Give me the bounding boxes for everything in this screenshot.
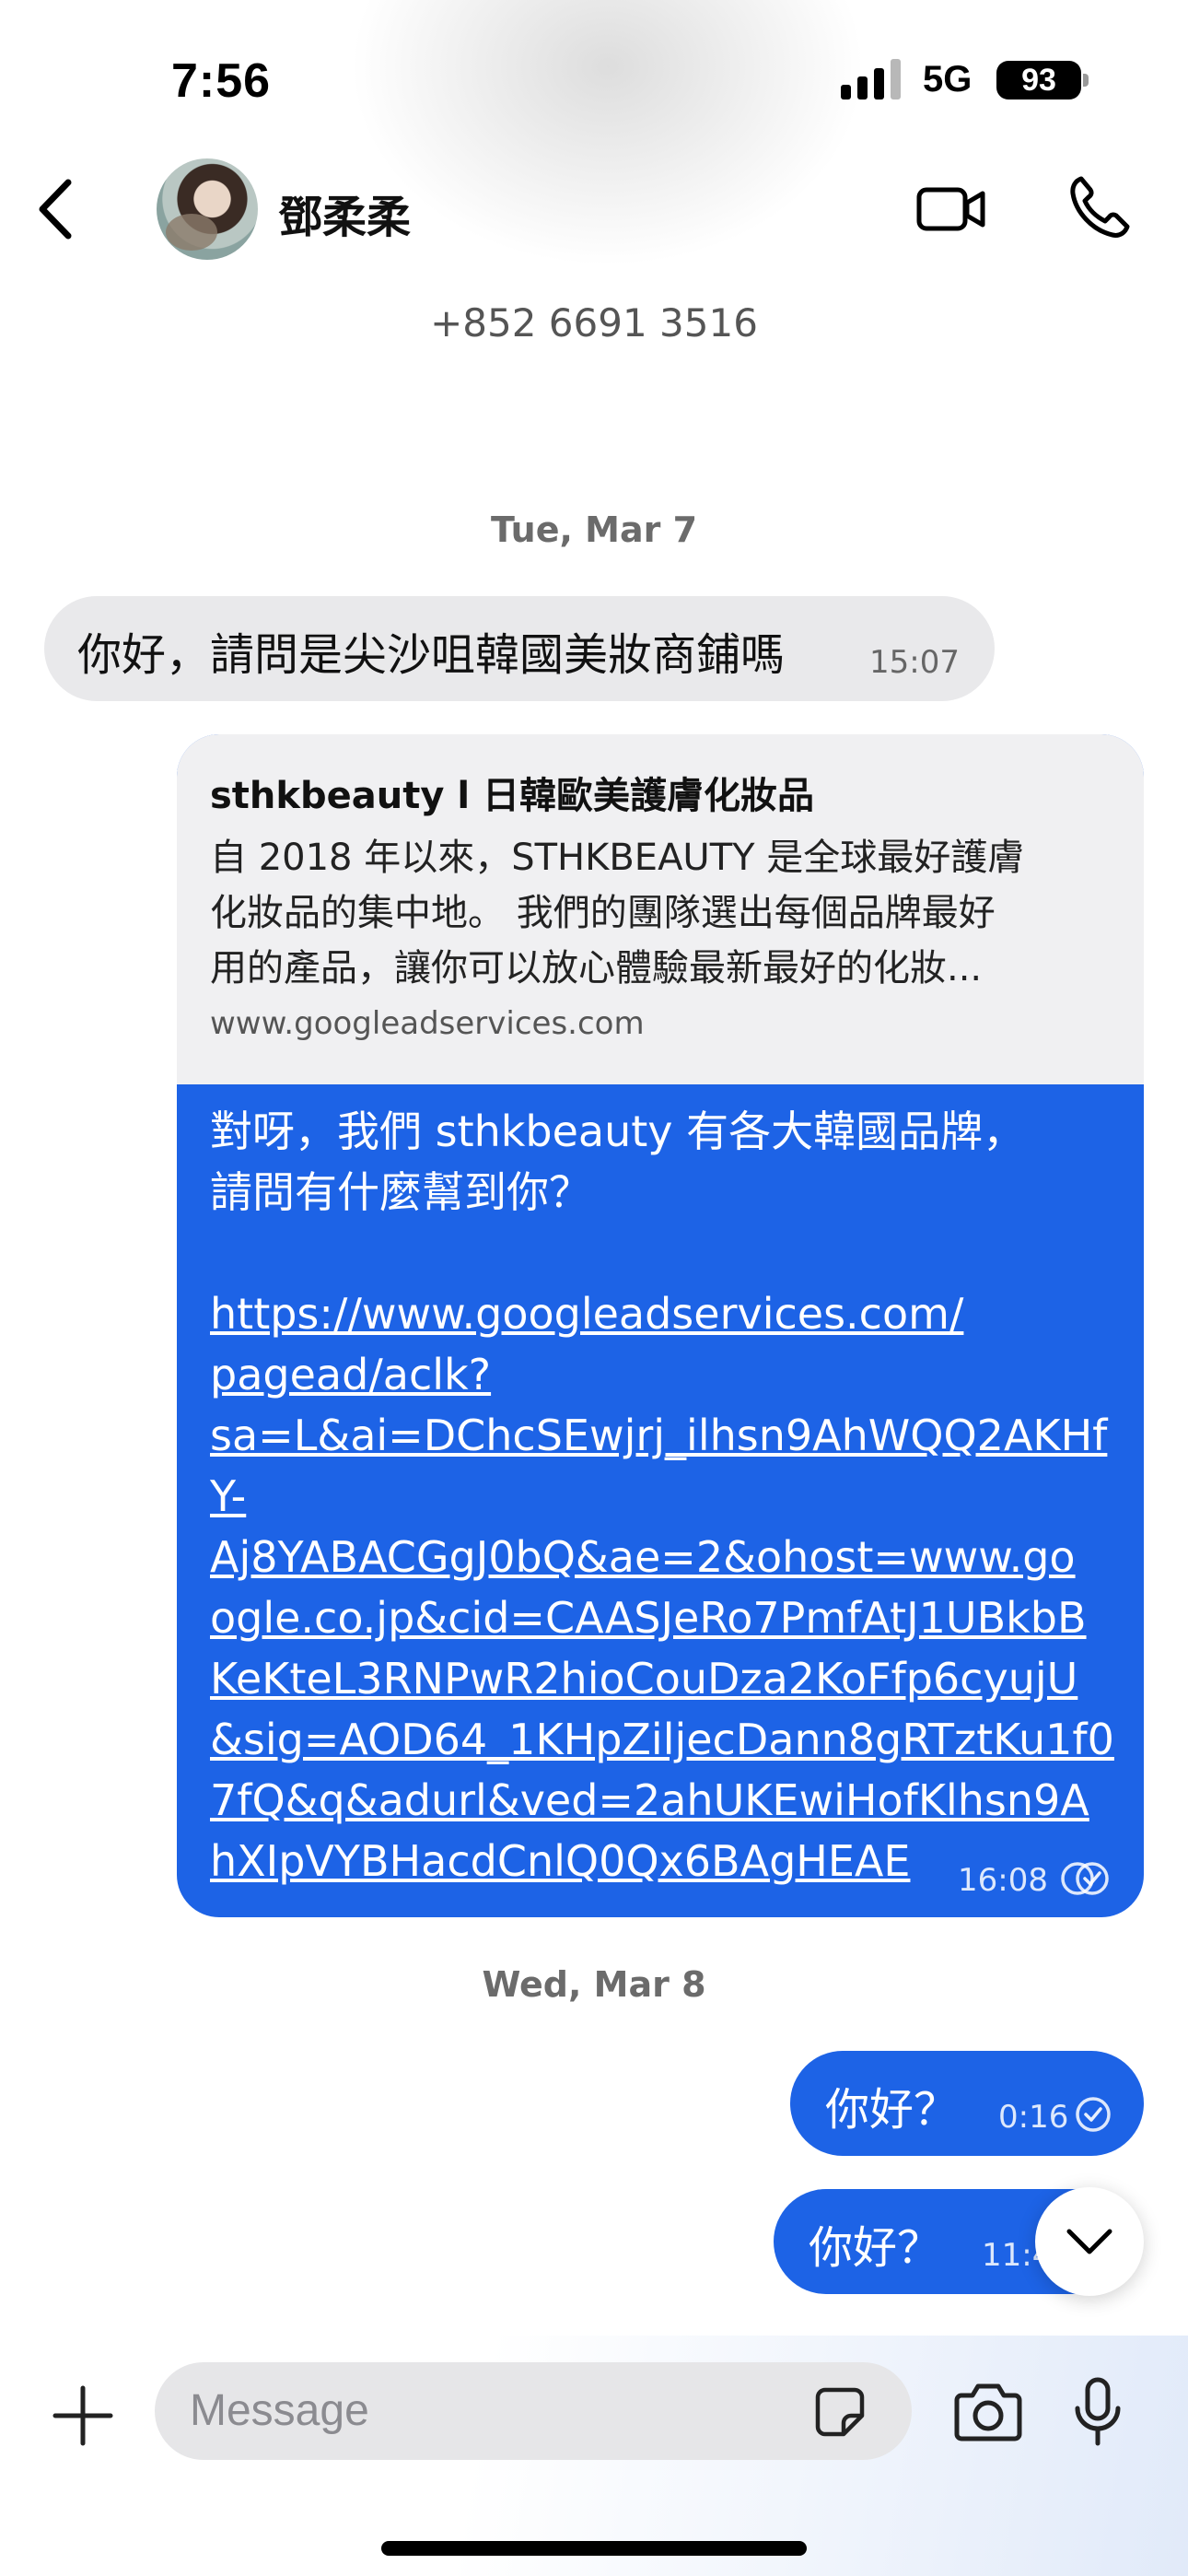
sent-check-icon — [1076, 2097, 1111, 2132]
hyperlink-line[interactable]: sa=L&ai=DChcSEwjrj_ilhsn9AhWQQ2AKHf — [210, 1405, 1122, 1466]
add-attachment-button[interactable] — [50, 2383, 116, 2449]
outgoing-link-message-bubble[interactable]: sthkbeauty l 日韓歐美護膚化妝品 自 2018 年以來，STHKBE… — [177, 734, 1144, 1917]
contact-avatar[interactable] — [157, 158, 258, 260]
home-indicator — [381, 2541, 807, 2556]
hyperlink-line[interactable]: Y- — [210, 1466, 1122, 1527]
link-preview-desc-line: 用的產品，讓你可以放心體驗最新最好的化妝... — [210, 947, 983, 989]
back-button[interactable] — [28, 175, 83, 243]
chevron-left-icon — [39, 179, 72, 240]
link-preview-desc-line: 化妝品的集中地。 我們的團隊選出每個品牌最好 — [210, 892, 996, 934]
sticker-button[interactable] — [812, 2384, 868, 2440]
message-text: 對呀，我們 sthkbeauty 有各大韓國品牌， 請問有什麼幫到你？ — [210, 1101, 1122, 1223]
hyperlink-line[interactable]: ogle.co.jp&cid=CAASJeRo7PmfAtJ1UBkbB — [210, 1587, 1122, 1648]
battery-icon: 93 — [996, 61, 1081, 100]
hyperlink-line[interactable]: &sig=AOD64_1KHpZiljecDann8gRTztKu1f0 — [210, 1709, 1122, 1770]
link-preview-title: sthkbeauty l 日韓歐美護膚化妝品 — [210, 775, 814, 817]
camera-button[interactable] — [954, 2381, 1022, 2441]
message-text-line: 對呀，我們 sthkbeauty 有各大韓國品牌， — [210, 1107, 1026, 1156]
message-text: 你好？ — [825, 2084, 959, 2136]
hyperlink-line[interactable]: pagead/aclk? — [210, 1344, 1122, 1405]
network-type: 5G — [923, 59, 973, 100]
header-blur-overlay — [350, 0, 866, 267]
signal-strength-icon — [841, 59, 901, 100]
status-time: 7:56 — [171, 54, 272, 108]
message-text: 你好，請問是尖沙咀韓國美妝商鋪嗎 — [77, 629, 786, 681]
link-preview-domain: www.googleadservices.com — [210, 1005, 645, 1042]
hyperlink-line[interactable]: KeKteL3RNPwR2hioCouDza2KoFfp6cyujU — [210, 1648, 1122, 1709]
video-call-button[interactable] — [916, 177, 986, 241]
link-preview-card[interactable]: sthkbeauty l 日韓歐美護膚化妝品 自 2018 年以來，STHKBE… — [177, 734, 1144, 1084]
link-preview-desc-line: 自 2018 年以來，STHKBEAUTY 是全球最好護膚 — [210, 837, 1025, 879]
date-separator: Tue, Mar 7 — [490, 509, 698, 550]
hyperlink-line[interactable]: 7fQ&q&adurl&ved=2ahUKEwiHofKlhsn9A — [210, 1770, 1122, 1831]
date-separator: Wed, Mar 8 — [482, 1964, 706, 2005]
outgoing-message-bubble[interactable]: 你好？ 0:16 — [790, 2051, 1144, 2156]
battery-nub — [1083, 74, 1089, 87]
message-input-container[interactable] — [155, 2362, 912, 2460]
message-time: 0:16 — [998, 2099, 1069, 2136]
message-text: 你好？ — [809, 2222, 942, 2274]
message-time: 16:08 — [958, 1862, 1048, 1899]
message-text-line: 請問有什麼幫到你？ — [210, 1167, 591, 1217]
hyperlink-line[interactable]: Aj8YABACGgJ0bQ&ae=2&ohost=www.go — [210, 1527, 1122, 1587]
chevron-down-icon — [1066, 2229, 1112, 2254]
microphone-button[interactable] — [1072, 2377, 1124, 2447]
contact-name[interactable]: 鄧柔柔 — [278, 181, 411, 245]
contact-phone-number: +852 6691 3516 — [430, 300, 758, 345]
message-time: 15:07 — [869, 644, 960, 681]
link-preview-description: 自 2018 年以來，STHKBEAUTY 是全球最好護膚 化妝品的集中地。 我… — [210, 830, 1112, 996]
message-hyperlink[interactable]: https://www.googleadservices.com/ pagead… — [210, 1283, 1122, 1891]
phone-call-button[interactable] — [1068, 175, 1131, 240]
read-receipt-double-check-icon — [1061, 1862, 1109, 1895]
hyperlink-line[interactable]: https://www.googleadservices.com/ — [210, 1283, 1122, 1344]
incoming-message-bubble[interactable]: 你好，請問是尖沙咀韓國美妝商鋪嗎 15:07 — [44, 596, 995, 701]
message-input[interactable] — [190, 2383, 742, 2438]
battery-level: 93 — [1021, 62, 1056, 98]
scroll-to-bottom-button[interactable] — [1035, 2187, 1144, 2296]
